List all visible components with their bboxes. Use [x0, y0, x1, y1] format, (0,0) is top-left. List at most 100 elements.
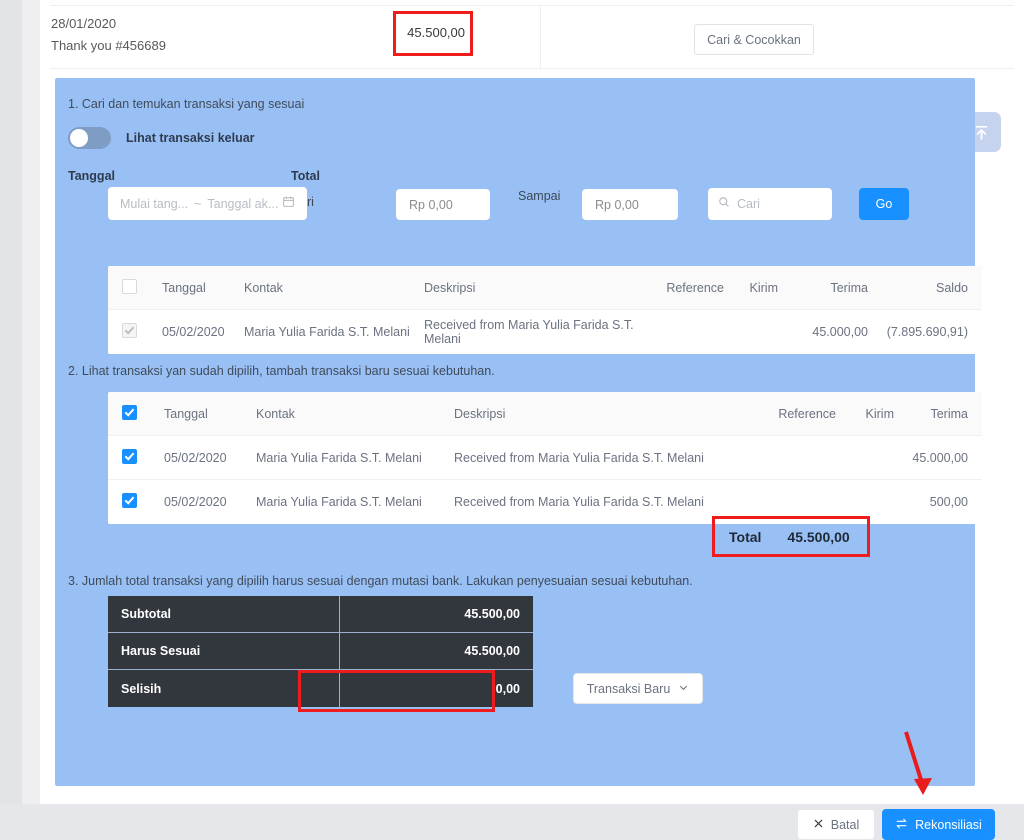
check-icon	[124, 405, 135, 417]
column-header-kontak: Kontak	[256, 406, 295, 421]
column-header-deskripsi: Deskripsi	[454, 406, 506, 421]
amount-from-placeholder: Rp 0,00	[409, 197, 453, 212]
table-header-row: Tanggal Kontak Deskripsi Reference Kirim…	[108, 392, 982, 436]
statement-date: 28/01/2020	[51, 16, 117, 31]
cancel-label: Batal	[830, 817, 860, 832]
cell-terima: 500,00	[929, 495, 968, 509]
search-icon	[718, 195, 730, 213]
date-start-placeholder: Mulai tang...	[120, 196, 189, 211]
sync-icon	[895, 817, 908, 833]
summary-value-subtotal: 45.500,00	[340, 596, 533, 632]
statement-description: Thank you #456689	[51, 38, 166, 53]
row-checkbox[interactable]	[122, 493, 137, 508]
cell-kontak: Maria Yulia Farida S.T. Melani	[244, 325, 410, 339]
row-checkbox[interactable]	[122, 323, 137, 338]
go-button[interactable]: Go	[859, 188, 909, 220]
search-placeholder: Cari	[737, 197, 760, 211]
bank-statement-row: 28/01/2020 Thank you #456689 45.500,00 C…	[40, 0, 1024, 69]
select-all-cell[interactable]	[122, 278, 162, 297]
column-header-tanggal: Tanggal	[162, 280, 206, 295]
calendar-icon	[282, 195, 295, 213]
search-input[interactable]: Cari	[708, 188, 832, 220]
cell-tanggal: 05/02/2020	[162, 325, 225, 339]
label-total: Total	[291, 169, 320, 183]
search-results-table: Tanggal Kontak Deskripsi Reference Kirim…	[108, 266, 982, 354]
new-transaction-label: Transaksi Baru	[586, 681, 671, 696]
chevron-down-icon	[678, 682, 689, 696]
label-sampai: Sampai	[518, 189, 561, 203]
reconciliation-panel: 1. Cari dan temukan transaksi yang sesua…	[55, 78, 995, 840]
cell-tanggal: 05/02/2020	[164, 450, 227, 465]
select-all-checkbox[interactable]	[122, 404, 137, 420]
row-checkbox[interactable]	[122, 448, 137, 464]
cell-kontak: Maria Yulia Farida S.T. Melani	[256, 450, 422, 465]
row-select-cell[interactable]	[122, 323, 162, 341]
outgoing-transactions-toggle-label: Lihat transaksi keluar	[126, 131, 255, 145]
select-all-cell[interactable]	[122, 404, 164, 423]
table-row[interactable]: 05/02/2020 Maria Yulia Farida S.T. Melan…	[108, 436, 982, 480]
close-icon	[813, 818, 824, 832]
summary-row-harus-sesuai: Harus Sesuai 45.500,00	[108, 633, 533, 670]
select-all-checkbox[interactable]	[122, 278, 137, 294]
date-range-separator: ~	[194, 196, 202, 211]
cell-kontak: Maria Yulia Farida S.T. Melani	[256, 495, 422, 509]
label-tanggal: Tanggal	[68, 169, 115, 183]
check-icon	[124, 449, 135, 461]
check-icon	[124, 494, 135, 505]
summary-row-subtotal: Subtotal 45.500,00	[108, 596, 533, 633]
cell-terima: 45.000,00	[812, 325, 868, 339]
column-header-kirim: Kirim	[865, 406, 894, 421]
row-select-cell[interactable]	[122, 448, 164, 467]
find-and-match-button[interactable]: Cari & Cocokkan	[694, 24, 814, 55]
table-header-row: Tanggal Kontak Deskripsi Reference Kirim…	[108, 266, 982, 310]
highlight-box-selisih	[298, 670, 495, 712]
column-header-deskripsi: Deskripsi	[424, 280, 476, 295]
cell-deskripsi: Received from Maria Yulia Farida S.T. Me…	[424, 318, 634, 346]
amount-to-input[interactable]: Rp 0,00	[582, 189, 678, 220]
content-area: 28/01/2020 Thank you #456689 45.500,00 C…	[40, 0, 1024, 840]
cell-terima: 45.000,00	[912, 450, 968, 465]
selected-transactions-table: Tanggal Kontak Deskripsi Reference Kirim…	[108, 392, 982, 524]
cell-saldo: (7.895.690,91)	[886, 325, 968, 339]
annotation-arrow	[904, 731, 932, 795]
cell-deskripsi: Received from Maria Yulia Farida S.T. Me…	[454, 495, 704, 509]
column-header-reference: Reference	[666, 280, 724, 295]
summary-label-subtotal: Subtotal	[108, 596, 340, 632]
column-header-saldo: Saldo	[936, 280, 968, 295]
date-end-placeholder: Tanggal ak...	[207, 196, 279, 211]
amount-to-placeholder: Rp 0,00	[595, 197, 639, 212]
page-left-strip	[0, 0, 22, 804]
outgoing-transactions-toggle-wrap[interactable]: Lihat transaksi keluar	[68, 127, 255, 149]
column-header-kontak: Kontak	[244, 280, 283, 295]
step1-title: 1. Cari dan temukan transaksi yang sesua…	[68, 97, 305, 111]
highlight-box-statement-amount	[393, 11, 473, 56]
vertical-divider	[540, 6, 541, 68]
table-row[interactable]: 05/02/2020 Maria Yulia Farida S.T. Melan…	[108, 310, 982, 354]
column-header-terima: Terima	[830, 280, 868, 295]
divider-top	[50, 5, 1014, 6]
cell-deskripsi: Received from Maria Yulia Farida S.T. Me…	[454, 450, 704, 465]
cancel-button[interactable]: Batal	[797, 809, 875, 840]
divider-bottom	[50, 68, 1014, 69]
highlight-box-selected-total	[712, 516, 870, 557]
outgoing-transactions-toggle[interactable]	[68, 127, 111, 149]
check-icon	[124, 324, 135, 335]
step3-title: 3. Jumlah total transaksi yang dipilih h…	[68, 574, 693, 588]
step2-title: 2. Lihat transaksi yan sudah dipilih, ta…	[68, 364, 495, 378]
toggle-knob	[70, 129, 88, 147]
summary-label-harus-sesuai: Harus Sesuai	[108, 633, 340, 669]
date-range-input[interactable]: Mulai tang... ~ Tanggal ak...	[108, 187, 307, 220]
column-header-kirim: Kirim	[749, 280, 778, 295]
row-select-cell[interactable]	[122, 493, 164, 511]
new-transaction-button[interactable]: Transaksi Baru	[573, 673, 703, 704]
column-header-tanggal: Tanggal	[164, 406, 208, 421]
amount-from-input[interactable]: Rp 0,00	[396, 189, 490, 220]
cell-tanggal: 05/02/2020	[164, 495, 227, 509]
scroll-to-top-icon	[975, 125, 987, 140]
reconcile-label: Rekonsiliasi	[915, 817, 982, 832]
column-header-reference: Reference	[778, 406, 836, 421]
summary-value-harus-sesuai: 45.500,00	[340, 633, 533, 669]
reconcile-button[interactable]: Rekonsiliasi	[882, 809, 995, 840]
page-gutter	[22, 0, 40, 804]
column-header-terima: Terima	[930, 406, 968, 421]
